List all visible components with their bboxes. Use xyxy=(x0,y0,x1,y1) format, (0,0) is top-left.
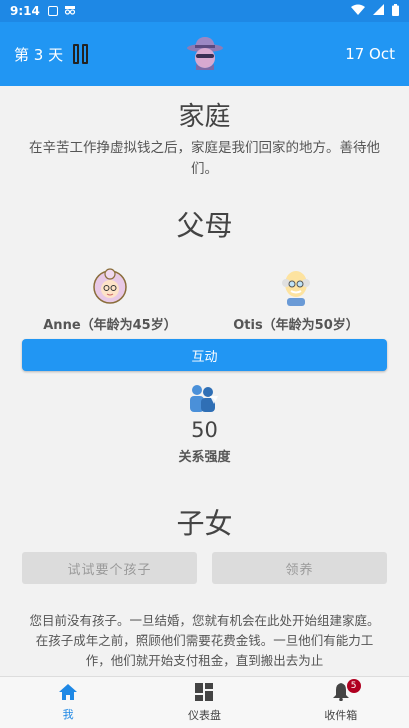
parents-title: 父母 xyxy=(176,209,233,242)
signal-icon xyxy=(373,4,384,18)
day-counter: 第 3 天 xyxy=(14,45,64,64)
dashboard-icon xyxy=(195,682,214,704)
battery-icon xyxy=(392,3,399,19)
children-description: 您目前没有孩子。一旦结婚，您就有机会在此处开始组建家庭。在孩子成年之前，照顾他们… xyxy=(29,613,380,668)
nav-dashboard[interactable]: 仪表盘 xyxy=(136,677,272,728)
pause-button[interactable] xyxy=(73,44,89,64)
nav-me[interactable]: 我 xyxy=(0,677,136,728)
status-bar: 9:14 xyxy=(0,0,409,22)
grandmother-icon xyxy=(91,268,129,310)
nav-me-label: 我 xyxy=(62,707,74,721)
relationship-icon xyxy=(188,383,220,417)
interact-button[interactable]: 互动 xyxy=(22,339,387,371)
family-title: 家庭 xyxy=(178,102,231,132)
status-time: 9:14 xyxy=(10,4,40,18)
incognito-icon xyxy=(64,4,76,18)
game-date: 17 Oct xyxy=(345,45,395,63)
father-name: Otis（年龄为50岁） xyxy=(233,318,359,333)
adopt-button[interactable]: 领养 xyxy=(212,552,387,584)
family-description: 在辛苦工作挣虚拟钱之后，家庭是我们回家的地方。善待他们。 xyxy=(29,140,380,177)
wifi-icon xyxy=(351,4,365,18)
try-for-child-button[interactable]: 试试要个孩子 xyxy=(22,552,197,584)
nav-inbox[interactable]: 5 收件箱 xyxy=(273,677,409,728)
grandfather-icon xyxy=(277,271,315,310)
children-title: 子女 xyxy=(176,507,233,540)
player-avatar[interactable] xyxy=(186,36,224,72)
app-bar: 第 3 天 17 Oct xyxy=(0,22,409,86)
parent-mother[interactable]: Anne（年龄为45岁） xyxy=(20,268,200,333)
nav-dashboard-label: 仪表盘 xyxy=(187,708,221,722)
parent-father[interactable]: Otis（年龄为50岁） xyxy=(206,268,386,333)
home-icon xyxy=(59,683,78,703)
relationship-value: 50 xyxy=(191,418,218,442)
relationship-label: 关系强度 xyxy=(178,450,231,465)
mother-name: Anne（年龄为45岁） xyxy=(43,318,177,333)
nav-inbox-label: 收件箱 xyxy=(324,708,358,722)
bottom-navigation: 我 仪表盘 5 收件箱 xyxy=(0,676,409,728)
family-page: 家庭 在辛苦工作挣虚拟钱之后，家庭是我们回家的地方。善待他们。 父母 Anne（… xyxy=(0,86,409,676)
notification-a-icon xyxy=(47,6,58,16)
inbox-badge: 5 xyxy=(346,679,361,693)
